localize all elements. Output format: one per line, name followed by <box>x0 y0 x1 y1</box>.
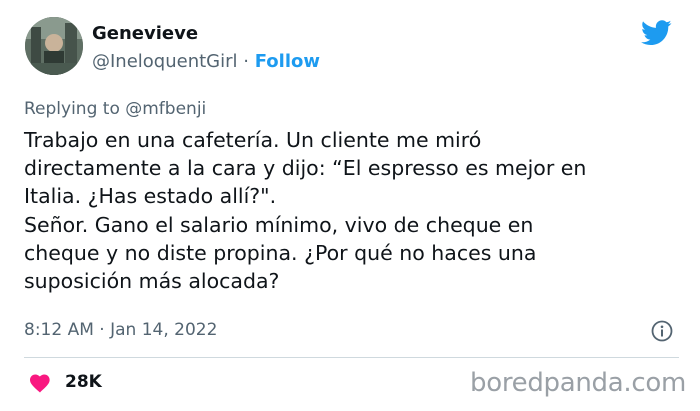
tweet-line: Señor. Gano el salario mínimo, vivo de c… <box>24 212 534 237</box>
heart-icon[interactable] <box>29 373 51 393</box>
user-handle[interactable]: @IneloquentGirl <box>92 51 238 72</box>
tweet-line: suposición más alocada? <box>24 269 280 294</box>
tweet-line: Italia. ¿Has estado allí?". <box>24 184 277 209</box>
tweet-line: cheque y no diste propina. ¿Por qué no h… <box>24 240 537 265</box>
like-count: 28K <box>65 372 102 392</box>
display-name[interactable]: Genevieve <box>92 23 198 44</box>
divider <box>24 357 679 358</box>
replying-to-handle[interactable]: @mfbenji <box>125 99 206 119</box>
replying-to-label: Replying to <box>24 99 120 119</box>
tweet-text: Trabajo en una cafetería. Un cliente me … <box>24 126 679 295</box>
separator-dot: · <box>243 51 249 72</box>
handle-row: @IneloquentGirl · Follow <box>92 51 320 72</box>
watermark: boredpanda.com <box>470 368 686 398</box>
tweet-timestamp[interactable]: 8:12 AM · Jan 14, 2022 <box>24 320 217 340</box>
tweet-line: directamente a la cara y dijo: “El espre… <box>24 156 587 181</box>
follow-button[interactable]: Follow <box>255 51 320 72</box>
twitter-bird-icon[interactable] <box>641 20 672 46</box>
tweet-line: Trabajo en una cafetería. Un cliente me … <box>24 128 482 152</box>
replying-to: Replying to @mfbenji <box>24 99 206 119</box>
info-icon[interactable] <box>651 320 673 342</box>
avatar[interactable] <box>25 17 83 75</box>
tweet-card: Genevieve @IneloquentGirl · Follow Reply… <box>0 0 700 411</box>
